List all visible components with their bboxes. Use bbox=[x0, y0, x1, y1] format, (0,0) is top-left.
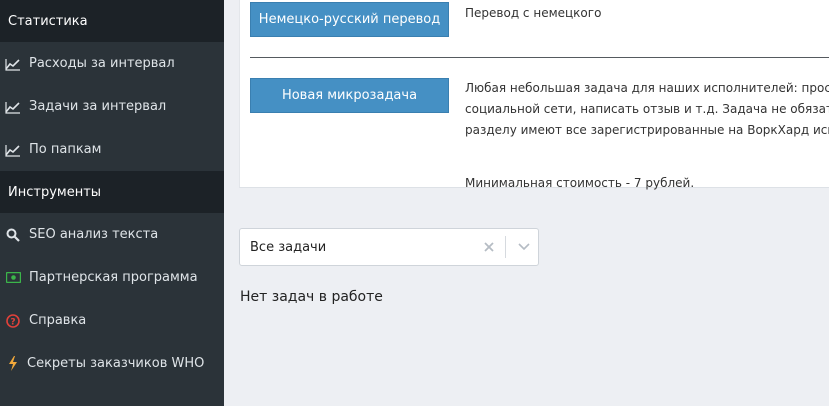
sidebar-item-label: Справка bbox=[29, 313, 87, 328]
sidebar-section-stats: Статистика bbox=[0, 0, 224, 42]
task-description-line: Перевод с немецкого bbox=[465, 6, 602, 20]
empty-tasks-message: Нет задач в работе bbox=[240, 289, 383, 305]
sidebar-item-label: Партнерская программа bbox=[29, 270, 198, 285]
task-description: Перевод с немецкого bbox=[465, 3, 601, 24]
clear-icon[interactable] bbox=[477, 235, 501, 259]
task-filter-select[interactable]: Все задачи bbox=[239, 228, 539, 266]
sidebar-section-tools: Инструменты bbox=[0, 171, 224, 213]
sidebar-item-label: Задачи за интервал bbox=[29, 99, 167, 114]
sidebar-item-partner-program[interactable]: Партнерская программа bbox=[0, 256, 224, 299]
sidebar-item-expenses-interval[interactable]: Расходы за интервал bbox=[0, 42, 224, 85]
sidebar-section-stats-label: Статистика bbox=[8, 13, 88, 29]
german-russian-translation-button[interactable]: Немецко-русский перевод bbox=[250, 2, 449, 37]
chart-line-icon bbox=[5, 99, 21, 115]
sidebar-item-label: SEO анализ текста bbox=[29, 227, 159, 242]
select-separator bbox=[505, 236, 506, 258]
divider bbox=[250, 57, 829, 58]
sidebar-section-tools-label: Инструменты bbox=[8, 184, 102, 200]
chevron-down-icon[interactable] bbox=[510, 235, 538, 259]
new-microtask-button[interactable]: Новая микрозадача bbox=[250, 78, 449, 113]
sidebar-item-tasks-interval[interactable]: Задачи за интервал bbox=[0, 85, 224, 128]
svg-text:?: ? bbox=[10, 317, 15, 327]
task-description: Любая небольшая задача для наших исполни… bbox=[465, 78, 829, 141]
sidebar-item-client-secrets[interactable]: Секреты заказчиков WHO bbox=[0, 342, 224, 385]
money-icon bbox=[5, 270, 21, 286]
task-description-line: разделу имеют все зарегистрированные на … bbox=[465, 123, 829, 137]
sidebar-item-help[interactable]: ? Справка bbox=[0, 299, 224, 342]
sidebar-item-seo-analysis[interactable]: SEO анализ текста bbox=[0, 213, 224, 256]
search-icon bbox=[5, 227, 21, 243]
sidebar-item-label: Расходы за интервал bbox=[29, 56, 175, 71]
task-description-line: Любая небольшая задача для наших исполни… bbox=[465, 81, 829, 95]
sidebar-item-label: По папкам bbox=[29, 142, 102, 157]
chart-line-icon bbox=[5, 56, 21, 72]
sidebar-item-by-folders[interactable]: По папкам bbox=[0, 128, 224, 171]
task-types-card: Немецко-русский перевод Перевод с немецк… bbox=[239, 0, 829, 190]
chart-line-icon bbox=[5, 142, 21, 158]
task-filter-value: Все задачи bbox=[250, 239, 327, 255]
help-icon: ? bbox=[5, 313, 21, 329]
min-price-text: Минимальная стоимость - 7 рублей. bbox=[465, 176, 695, 190]
lightning-icon bbox=[5, 356, 21, 372]
sidebar: Статистика Расходы за интервал Задачи за… bbox=[0, 0, 224, 406]
task-description-line: социальной сети, написать отзыв и т.д. З… bbox=[465, 102, 829, 116]
sidebar-item-label: Секреты заказчиков WHO bbox=[27, 356, 205, 371]
